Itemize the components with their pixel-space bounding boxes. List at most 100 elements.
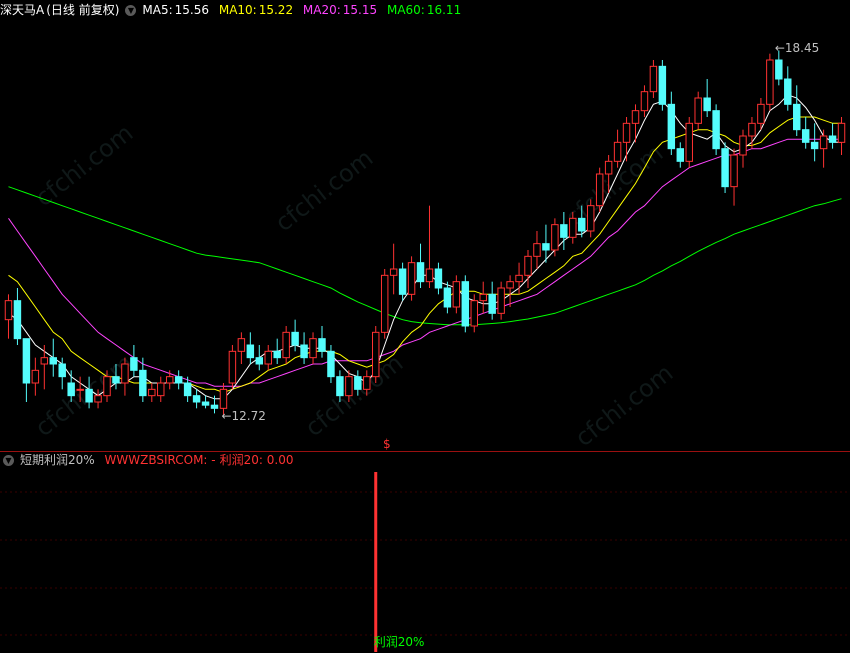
ma60-line	[8, 186, 842, 326]
candle-body	[828, 135, 837, 143]
candle-body	[586, 205, 595, 232]
candlestick	[85, 376, 93, 409]
candlestick	[40, 345, 49, 390]
candlestick	[407, 256, 416, 301]
candle-body	[183, 382, 192, 397]
candle-body	[22, 338, 31, 384]
candlestick	[560, 212, 568, 250]
candlestick	[282, 326, 290, 364]
candlestick	[613, 129, 622, 168]
candle-body	[443, 287, 452, 308]
candlestick	[551, 218, 559, 257]
candle-body	[121, 363, 129, 384]
candle-body	[784, 78, 792, 105]
candlestick	[488, 281, 496, 320]
candle-body	[130, 357, 138, 371]
candlestick	[425, 205, 434, 288]
candle-body	[810, 141, 819, 150]
candlestick	[192, 389, 201, 409]
candlestick	[434, 262, 443, 295]
candle-body	[703, 97, 711, 112]
candle-body	[309, 338, 317, 359]
candle-body	[837, 122, 846, 143]
candlestick	[766, 53, 774, 111]
candlestick	[443, 281, 452, 314]
candlestick	[345, 370, 353, 402]
candlestick	[309, 332, 317, 364]
candle-body	[551, 224, 559, 251]
candlestick	[130, 345, 138, 377]
candlestick	[380, 269, 389, 339]
price-chart[interactable]	[0, 0, 850, 450]
candle-body	[640, 91, 649, 112]
candlestick	[801, 117, 810, 149]
candlestick	[721, 142, 729, 193]
candlestick	[4, 294, 13, 339]
candlestick	[291, 319, 299, 352]
candlestick	[31, 357, 40, 396]
candlestick	[416, 243, 425, 288]
candle-body	[730, 154, 738, 188]
candle-body	[613, 141, 622, 162]
candle-body	[49, 357, 57, 365]
candle-body	[461, 281, 470, 327]
candle-body	[793, 103, 801, 131]
candle-body	[219, 388, 228, 409]
indicator-bar-label: 利润20%	[373, 635, 425, 649]
candlestick	[775, 50, 783, 86]
candle-body	[4, 300, 13, 321]
candlestick	[649, 60, 658, 98]
indicator-chart[interactable]	[0, 452, 850, 652]
candlestick	[506, 275, 514, 307]
candlestick	[694, 91, 702, 130]
candlestick	[398, 262, 407, 301]
candlestick	[121, 357, 129, 396]
candle-body	[658, 65, 667, 105]
candlestick	[685, 117, 693, 168]
candle-body	[694, 97, 702, 124]
candle-body	[631, 110, 640, 124]
candle-body	[76, 388, 84, 391]
candlestick	[228, 345, 237, 390]
candle-body	[13, 300, 22, 340]
candle-body	[389, 268, 398, 276]
candlestick	[174, 370, 183, 390]
candlestick	[49, 338, 57, 377]
candle-body	[398, 268, 407, 295]
candle-body	[327, 350, 335, 378]
candle-body	[604, 160, 613, 175]
candlestick	[658, 60, 667, 111]
candle-body	[506, 281, 514, 289]
candlestick	[112, 364, 120, 390]
candlestick	[524, 250, 532, 288]
candle-body	[112, 376, 120, 384]
stock-chart-window: 深天马A (日线 前复权) ▼ MA5: 15.56 MA10: 15.22 MA20: 1…	[0, 0, 850, 653]
candlestick	[157, 376, 165, 402]
candle-body	[712, 110, 720, 150]
candle-body	[801, 129, 810, 143]
candlestick	[586, 199, 595, 238]
candlestick	[784, 66, 792, 111]
candlestick	[819, 129, 828, 168]
candle-body	[407, 262, 416, 295]
candlestick	[300, 332, 308, 364]
candle-body	[497, 287, 505, 314]
candle-body	[766, 59, 774, 105]
candle-body	[380, 274, 389, 333]
candle-body	[560, 224, 568, 238]
candlestick	[76, 376, 84, 402]
candle-body	[434, 268, 443, 289]
candle-body	[264, 350, 272, 365]
high-value: 18.45	[784, 40, 820, 55]
candlestick	[372, 326, 380, 383]
candle-body	[336, 376, 344, 397]
candlestick	[810, 123, 819, 162]
candle-body	[255, 357, 264, 365]
candle-body	[667, 103, 676, 150]
candlestick	[264, 345, 272, 371]
candle-body	[452, 281, 461, 308]
candle-body	[425, 268, 434, 283]
candle-body	[165, 376, 174, 384]
arrow-left-icon: ←	[221, 408, 232, 423]
candle-body	[354, 376, 362, 390]
